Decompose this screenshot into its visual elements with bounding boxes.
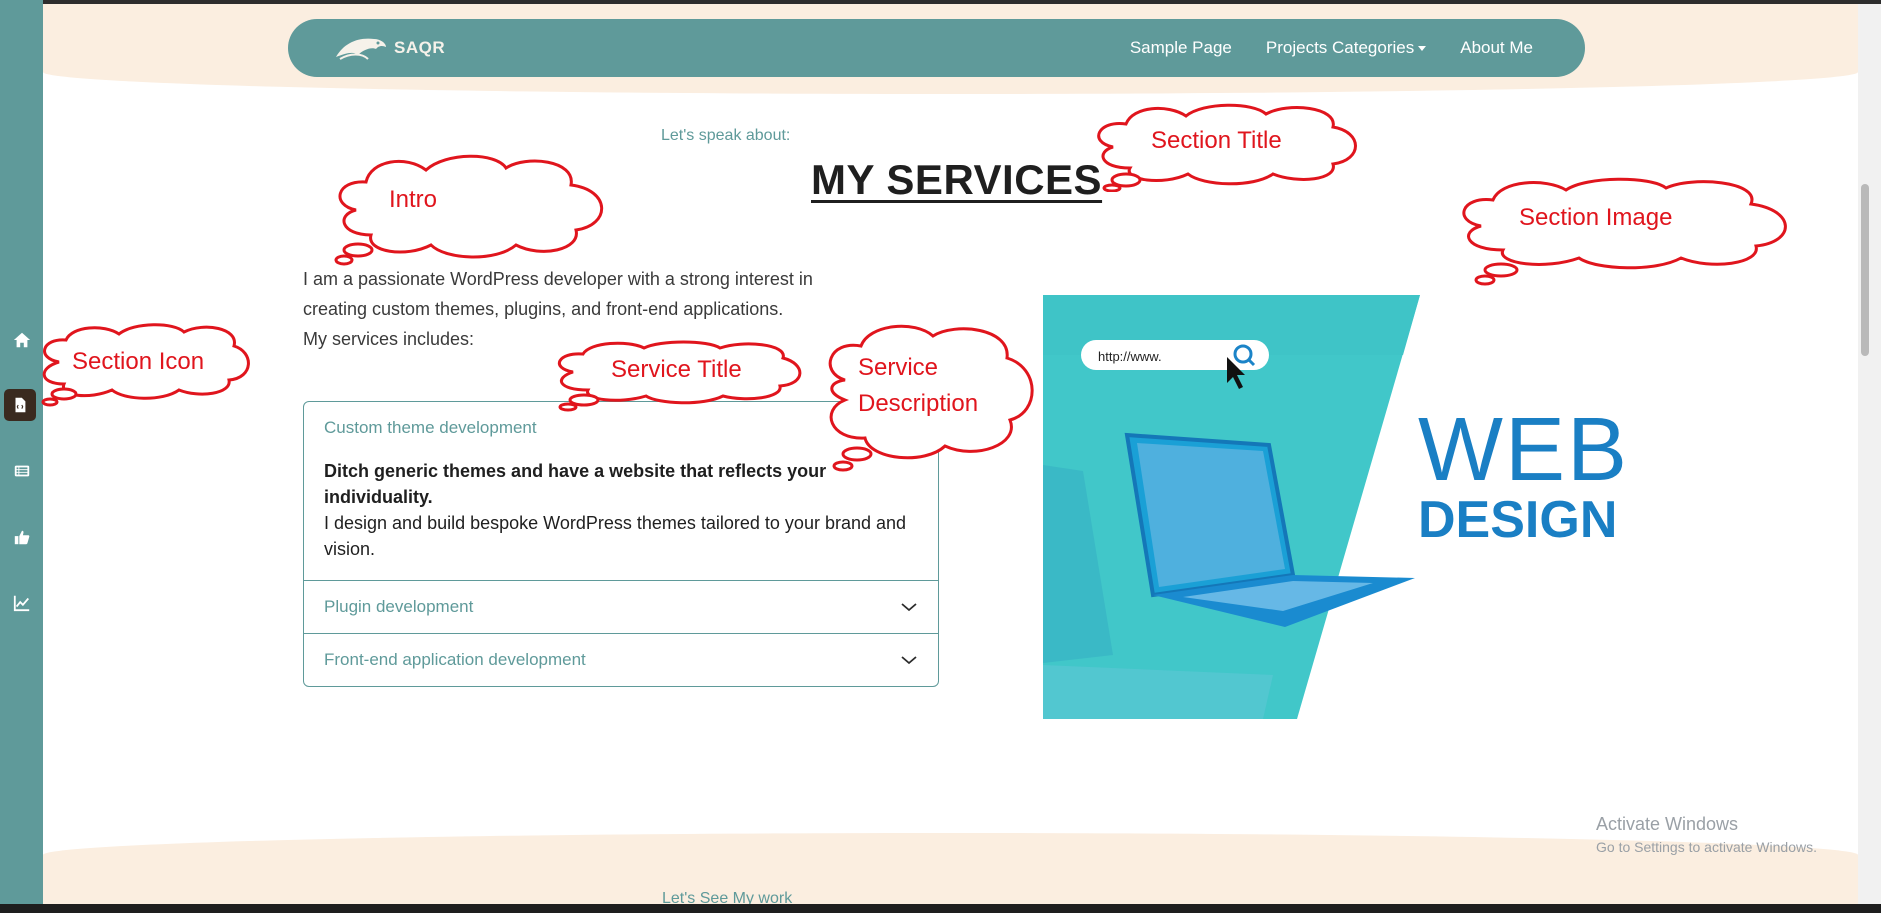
- nav-links: Sample Page Projects Categories About Me: [1130, 19, 1533, 77]
- url-text: http://www.: [1098, 349, 1162, 364]
- annotation-cloud-section-image: [1462, 177, 1787, 286]
- annotation-section-title: Section Title: [1151, 127, 1282, 154]
- site-logo[interactable]: SAQR: [334, 33, 445, 63]
- page-scrollbar[interactable]: [1858, 4, 1881, 904]
- nav-about-me[interactable]: About Me: [1460, 38, 1533, 58]
- service-header-plugin[interactable]: Plugin development: [304, 581, 938, 633]
- annotation-service-title: Service Title: [611, 356, 742, 383]
- sidebar-services[interactable]: [4, 389, 36, 421]
- taskbar: [0, 904, 1881, 913]
- nav-projects-categories[interactable]: Projects Categories: [1265, 38, 1427, 58]
- sidebar-stats[interactable]: [9, 590, 35, 616]
- section-eyebrow: Let's speak about:: [661, 127, 791, 144]
- watermark-line2: Go to Settings to activate Windows.: [1596, 839, 1817, 855]
- intro-line: creating custom themes, plugins, and fro…: [303, 299, 784, 319]
- activate-windows-watermark: Activate Windows Go to Settings to activ…: [1596, 814, 1817, 855]
- nav-projects-label: Projects Categories: [1265, 38, 1415, 57]
- service-item: Plugin development: [304, 581, 938, 634]
- service-title: Front-end application development: [324, 650, 586, 669]
- caret-down-icon: [1418, 46, 1427, 52]
- list-icon: [14, 465, 30, 477]
- service-header-frontend[interactable]: Front-end application development: [304, 634, 938, 686]
- document-icon: [15, 397, 26, 413]
- chevron-down-icon: [901, 656, 917, 665]
- web-design-image: http://www. WEB DESIGN: [1043, 295, 1629, 719]
- section-sidebar: [0, 0, 43, 904]
- watermark-line1: Activate Windows: [1596, 814, 1739, 834]
- service-title: Plugin development: [324, 597, 474, 616]
- annotation-description: Description: [858, 390, 979, 417]
- chart-icon: [13, 595, 30, 612]
- intro-line: I am a passionate WordPress developer wi…: [303, 269, 813, 289]
- home-icon: [13, 332, 31, 348]
- annotation-intro: Intro: [389, 186, 438, 213]
- annotation-section-icon: Section Icon: [72, 348, 205, 375]
- falcon-logo-icon: [336, 38, 386, 60]
- annotation-section-image: Section Image: [1519, 204, 1673, 231]
- logo-text: SAQR: [394, 38, 446, 57]
- service-description-bold: Ditch generic themes and have a website …: [324, 461, 827, 507]
- next-section-band: [43, 833, 1858, 904]
- annotation-service: Service: [858, 354, 939, 381]
- service-item: Front-end application development: [304, 634, 938, 686]
- sidebar-projects[interactable]: [9, 458, 35, 484]
- nav-sample-page[interactable]: Sample Page: [1130, 38, 1232, 58]
- scrollbar-thumb[interactable]: [1861, 184, 1869, 356]
- thumbs-up-icon: [14, 530, 30, 545]
- service-title: Custom theme development: [324, 418, 537, 437]
- main-navbar: SAQR Sample Page Projects Categories Abo…: [288, 19, 1585, 77]
- chevron-down-icon: [901, 603, 917, 612]
- annotation-cloud-intro: [334, 154, 604, 266]
- service-description-text: I design and build bespoke WordPress the…: [324, 513, 907, 559]
- web-word: WEB: [1418, 400, 1629, 500]
- sidebar-home[interactable]: [9, 327, 35, 353]
- sidebar-testimonials[interactable]: [9, 524, 35, 550]
- design-word: DESIGN: [1418, 491, 1617, 549]
- section-title: MY SERVICES: [811, 156, 1103, 203]
